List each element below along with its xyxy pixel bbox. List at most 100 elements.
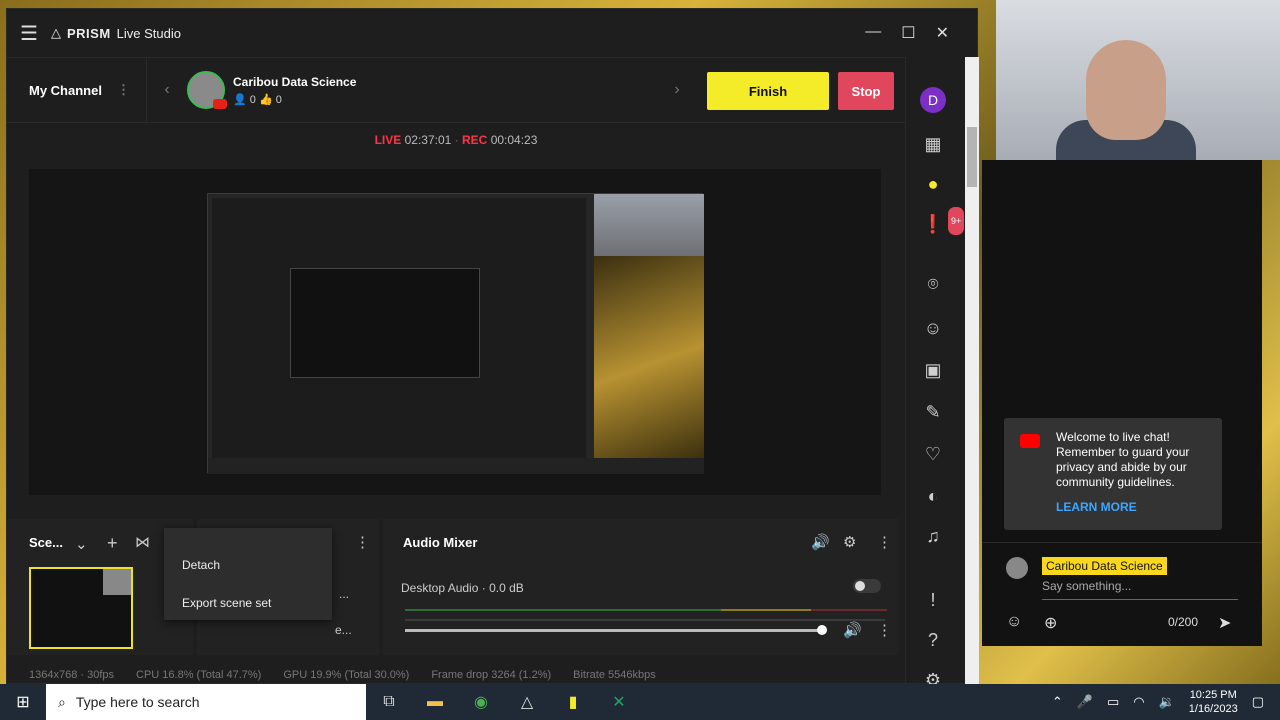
channel-avatar[interactable]	[187, 71, 227, 109]
stop-button[interactable]: Stop	[838, 72, 894, 110]
prev-channel-icon[interactable]: ‹	[147, 81, 187, 99]
close-icon[interactable]: ✕	[936, 23, 949, 43]
add-scene-icon[interactable]: +	[107, 533, 118, 554]
notice-icon[interactable]: !	[920, 587, 946, 613]
frame-drop-info: Frame drop 3264 (1.2%)	[431, 669, 552, 681]
viewer-icon: 👤	[233, 93, 247, 106]
app-logo: △ PRISM Live Studio	[51, 25, 181, 41]
clock-date: 1/16/2023	[1188, 703, 1238, 715]
system-tray: ⌃ 🎤 ▭ ◠ 🔉 10:25 PM 1/16/2023 ▢	[1052, 688, 1280, 716]
stream-preview[interactable]	[29, 169, 881, 495]
sticker-icon[interactable]: ☺	[920, 315, 946, 341]
live-status: LIVE 02:37:01 · REC 00:04:23	[374, 133, 538, 147]
channel-bar: My Channel ⋮ ‹ Caribou Data Science 👤 0 …	[7, 57, 905, 123]
channel-more-icon[interactable]: ⋮	[117, 82, 130, 98]
volume-slider[interactable]	[405, 629, 823, 632]
chat-input-area: Caribou Data Science Say something... ☺ …	[982, 542, 1262, 646]
microphone-icon[interactable]: 🎤	[1077, 694, 1093, 710]
chat-icon[interactable]: ●	[920, 171, 946, 197]
char-counter: 0/200	[1168, 615, 1199, 629]
search-icon: ⌕	[58, 693, 66, 710]
learn-more-link[interactable]: LEARN MORE	[1056, 500, 1137, 514]
file-explorer-icon[interactable]: ▬	[412, 693, 458, 711]
source-text-2: e...	[335, 623, 352, 637]
preview-webcam	[594, 194, 704, 256]
camera-icon[interactable]: ⌾	[920, 271, 946, 297]
chrome-icon[interactable]: ◉	[458, 692, 504, 712]
chat-panel: Welcome to live chat! Remember to guard …	[982, 160, 1262, 646]
add-icon[interactable]: ⊕	[1044, 613, 1057, 633]
viewer-count: 0	[249, 93, 256, 106]
status-bar: 1364x768 · 30fps CPU 16.8% (Total 47.7%)…	[7, 665, 965, 685]
drawing-icon[interactable]: ✎	[920, 399, 946, 425]
wifi-icon[interactable]: ◠	[1133, 694, 1144, 710]
sources-more-icon[interactable]: ⋮	[355, 533, 370, 551]
minimize-icon[interactable]: —	[865, 23, 881, 43]
bottom-panels: Sce... ⌄ + ⋈ ⋮ ⋮ ... e... Audio Mixer 🔊 …	[7, 519, 905, 655]
window-scrollbar[interactable]	[965, 57, 979, 685]
emoji-icon[interactable]: ☺	[1006, 613, 1022, 631]
layout-icon[interactable]: ▦	[920, 131, 946, 157]
audio-toggle[interactable]	[853, 579, 881, 593]
brand-bold: PRISM	[67, 25, 111, 41]
like-icon: 👍	[258, 93, 273, 106]
help-icon[interactable]: ?	[920, 627, 946, 653]
clock[interactable]: 10:25 PM 1/16/2023	[1189, 688, 1238, 716]
volume-icon[interactable]: 🔊	[843, 621, 862, 639]
send-icon[interactable]: ➤	[1218, 613, 1231, 633]
source-text-1: ...	[339, 587, 350, 601]
source-more-icon[interactable]: ⋮	[877, 621, 892, 639]
chat-user-name: Caribou Data Science	[1042, 557, 1167, 575]
volume-tray-icon[interactable]: 🔉	[1159, 694, 1175, 710]
task-view-icon[interactable]: ⧉	[366, 693, 412, 711]
windows-start-icon[interactable]: ⊞	[0, 692, 46, 712]
profile-avatar[interactable]: D	[920, 87, 946, 113]
meter-green	[405, 609, 721, 611]
menu-item-export-scene-set[interactable]: Export scene set	[182, 596, 271, 610]
maximize-icon[interactable]: ☐	[901, 23, 915, 43]
battery-icon[interactable]: ▭	[1107, 694, 1119, 710]
alert-icon[interactable]: ❗ 9+	[920, 207, 965, 237]
finish-button[interactable]: Finish	[707, 72, 829, 110]
next-channel-icon[interactable]: ›	[657, 81, 697, 99]
meter-yellow	[721, 609, 811, 611]
rec-time: 00:04:23	[490, 133, 538, 147]
brand-rest: Live Studio	[116, 25, 181, 41]
gpu-info: GPU 19.9% (Total 30.0%)	[283, 669, 410, 681]
like-count: 0	[275, 93, 282, 106]
gear-icon[interactable]: ⚙	[843, 533, 856, 551]
chevron-down-icon[interactable]: ⌄	[75, 535, 88, 553]
menu-item-detach[interactable]: Detach	[182, 558, 220, 572]
title-bar: ☰ △ PRISM Live Studio — ☐ ✕	[7, 9, 965, 57]
tray-chevron-icon[interactable]: ⌃	[1052, 694, 1063, 710]
audio-source-label: Desktop Audio · 0.0 dB	[401, 581, 524, 595]
hamburger-menu-icon[interactable]: ☰	[7, 21, 51, 46]
audio-source-name: Desktop Audio	[401, 581, 479, 595]
mixer-more-icon[interactable]: ⋮	[877, 533, 892, 551]
speaker-icon[interactable]: 🔊	[811, 533, 830, 551]
clock-time: 10:25 PM	[1189, 689, 1237, 701]
prism-taskbar-icon[interactable]: △	[504, 692, 550, 712]
app-taskbar-icon[interactable]: ▮	[550, 692, 596, 712]
scene-thumbnail[interactable]	[29, 567, 133, 649]
chat-input[interactable]: Say something...	[1042, 579, 1238, 600]
youtube-icon	[213, 99, 227, 109]
transition-icon[interactable]: ⋈	[135, 533, 150, 551]
windows-taskbar: ⊞ ⌕ Type here to search ⧉ ▬ ◉ △ ▮ ✕ ⌃ 🎤 …	[0, 684, 1280, 720]
palette-icon[interactable]: ◐	[920, 483, 946, 509]
notification-badge: 9+	[948, 207, 965, 235]
chat-welcome-message: Welcome to live chat! Remember to guard …	[1004, 418, 1222, 530]
my-channel-label: My Channel	[29, 82, 102, 98]
user-card-icon[interactable]: ▣	[920, 357, 946, 383]
bitrate-info: Bitrate 5546kbps	[573, 669, 656, 681]
music-icon[interactable]: ♫	[920, 523, 946, 549]
live-label: LIVE	[374, 133, 402, 147]
excel-icon[interactable]: ✕	[596, 692, 642, 712]
heart-icon[interactable]: ♡	[920, 441, 946, 467]
audio-mixer-panel: Audio Mixer 🔊 ⚙ ⋮ Desktop Audio · 0.0 dB…	[383, 519, 899, 655]
notifications-icon[interactable]: ▢	[1252, 694, 1264, 710]
youtube-icon	[1020, 434, 1040, 448]
taskbar-search-text: Type here to search	[75, 694, 200, 710]
taskbar-search[interactable]: ⌕ Type here to search	[46, 684, 366, 720]
volume-slider-handle[interactable]	[817, 625, 827, 635]
